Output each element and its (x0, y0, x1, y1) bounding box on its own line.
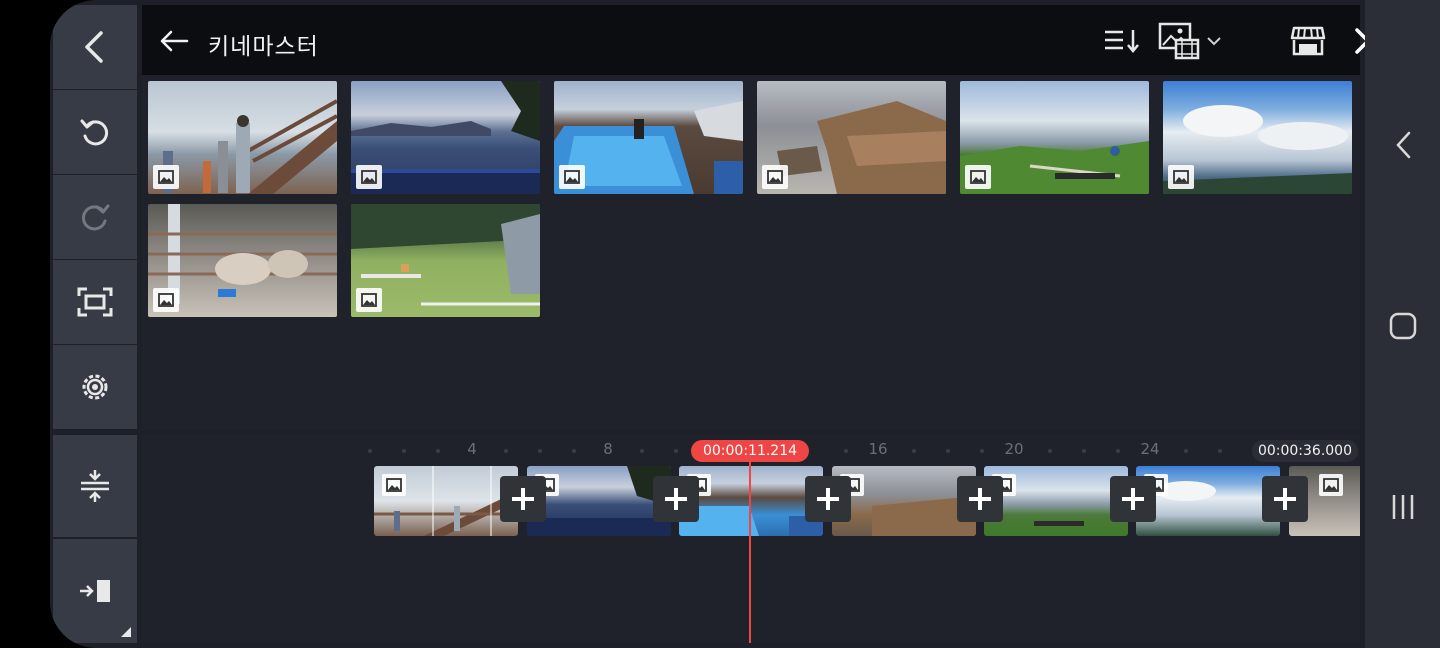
chevron-down-icon (1207, 37, 1221, 46)
crop-fullscreen-button[interactable] (53, 260, 137, 344)
image-icon (158, 170, 174, 184)
plus-icon (817, 488, 839, 510)
media-thumbnail[interactable] (554, 81, 743, 194)
media-filter-icon (1158, 22, 1200, 60)
image-type-badge (965, 165, 991, 189)
plus-icon (665, 488, 687, 510)
add-transition-button[interactable] (653, 476, 699, 522)
media-browser: 키네마스터 (142, 5, 1365, 431)
image-icon (158, 293, 174, 307)
sort-button[interactable] (1102, 21, 1142, 61)
media-thumbnail[interactable] (351, 81, 540, 194)
media-browser-header: 키네마스터 (142, 5, 1365, 75)
image-icon (386, 478, 402, 492)
media-thumbnail[interactable] (351, 204, 540, 317)
timeline-clip[interactable] (679, 466, 823, 536)
back-button[interactable] (53, 5, 137, 89)
track-height-icon (81, 470, 109, 502)
plus-icon (969, 488, 991, 510)
sort-icon (1105, 30, 1139, 53)
image-type-badge (356, 288, 382, 312)
image-type-badge (762, 165, 788, 189)
add-transition-button[interactable] (957, 476, 1003, 522)
ruler-label: 20 (1004, 440, 1024, 458)
image-icon (767, 170, 783, 184)
add-transition-button[interactable] (500, 476, 546, 522)
corner-indicator-icon (121, 627, 131, 637)
image-type-badge (153, 288, 179, 312)
nav-back-icon (1395, 131, 1410, 159)
back-icon (85, 31, 103, 63)
folder-back-button[interactable] (158, 25, 190, 57)
arrow-left-icon (160, 30, 189, 52)
page-title: 키네마스터 (208, 34, 319, 60)
settings-icon (82, 374, 108, 400)
redo-button[interactable] (53, 175, 137, 259)
image-icon (1323, 478, 1339, 492)
add-transition-button[interactable] (1262, 476, 1308, 522)
jump-to-end-icon (80, 580, 110, 602)
image-type-badge (153, 165, 179, 189)
nav-recents-button[interactable] (1365, 477, 1440, 537)
duration-label: 00:00:36.000 (1251, 440, 1358, 462)
app-screen: 키네마스터 4 8 16 20 24 00:00:11.214 00:00:36… (50, 0, 1365, 648)
close-button[interactable] (1350, 21, 1365, 61)
nav-home-button[interactable] (1365, 296, 1440, 356)
add-transition-button[interactable] (1110, 476, 1156, 522)
timeline-clip[interactable] (374, 466, 518, 536)
settings-button[interactable] (53, 345, 137, 429)
undo-button[interactable] (53, 90, 137, 174)
asset-store-icon (1290, 26, 1326, 56)
nav-home-icon (1389, 312, 1416, 340)
image-type-badge (1319, 474, 1343, 496)
image-type-badge (1168, 165, 1194, 189)
image-type-badge (559, 165, 585, 189)
image-icon (361, 170, 377, 184)
timeline-clip[interactable] (1136, 466, 1280, 536)
crop-fullscreen-icon (77, 287, 113, 317)
ruler-label: 24 (1140, 440, 1160, 458)
playhead[interactable] (749, 462, 751, 643)
ruler-label: 4 (467, 440, 477, 458)
image-icon (970, 170, 986, 184)
undo-icon (80, 119, 109, 146)
media-thumbnail[interactable] (757, 81, 946, 194)
asset-store-button[interactable] (1288, 21, 1328, 61)
timeline-clip[interactable] (984, 466, 1128, 536)
ruler-label: 16 (868, 440, 888, 458)
nav-recents-icon (1392, 495, 1413, 519)
image-icon (361, 293, 377, 307)
redo-icon (81, 204, 110, 231)
media-filter-dropdown[interactable] (1158, 21, 1222, 61)
system-nav-bar (1365, 0, 1440, 648)
media-thumbnail[interactable] (148, 204, 337, 317)
track-height-button[interactable] (53, 435, 137, 537)
current-time-label: 00:00:11.214 (691, 440, 809, 462)
timeline[interactable]: 4 8 16 20 24 00:00:11.214 00:00:36.000 (142, 435, 1360, 643)
timeline-clip[interactable] (527, 466, 671, 536)
plus-icon (1274, 488, 1296, 510)
ruler-label: 8 (603, 440, 613, 458)
plus-icon (1122, 488, 1144, 510)
image-icon (564, 170, 580, 184)
media-thumbnail[interactable] (1163, 81, 1352, 194)
nav-back-button[interactable] (1365, 115, 1440, 175)
timeline-clip[interactable] (832, 466, 976, 536)
add-transition-button[interactable] (805, 476, 851, 522)
image-type-badge (382, 474, 406, 496)
image-type-badge (356, 165, 382, 189)
media-thumbnail[interactable] (148, 81, 337, 194)
jump-to-end-button[interactable] (53, 539, 137, 643)
plus-icon (512, 488, 534, 510)
image-icon (1173, 170, 1189, 184)
close-icon (1355, 28, 1365, 54)
media-thumbnail[interactable] (960, 81, 1149, 194)
